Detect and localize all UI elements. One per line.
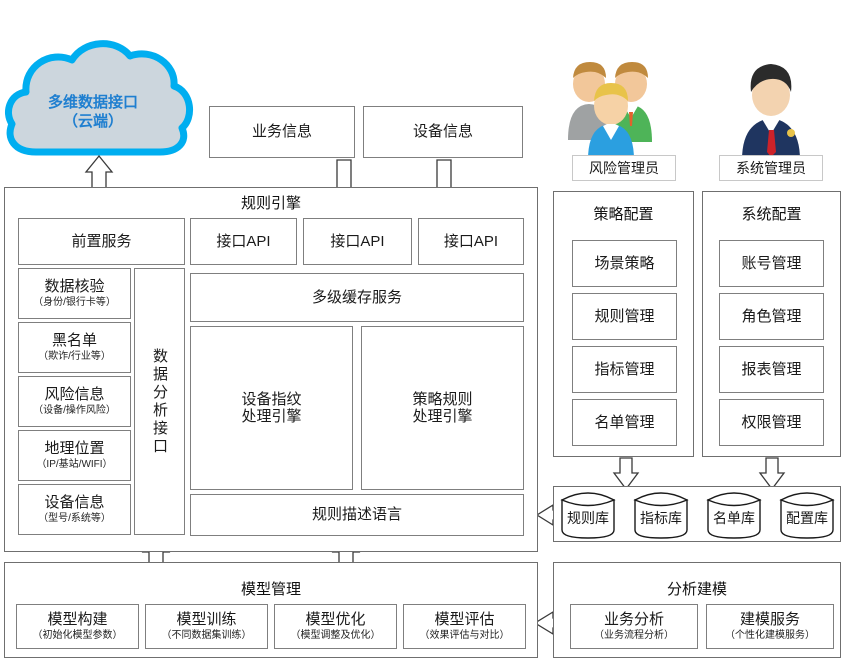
system-config-title: 系统配置	[741, 206, 802, 223]
data-source-sub-0: （身份/银行卡等）	[33, 297, 116, 309]
model-management-item-title-3: 模型评估	[434, 611, 495, 629]
front-service-box[interactable]: 前置服务	[18, 218, 185, 265]
front-service-label: 前置服务	[71, 232, 132, 250]
business-person-icon	[742, 64, 800, 160]
model-management-item-title-0: 模型构建	[47, 611, 108, 629]
system-config-item-label-2: 报表管理	[741, 360, 802, 378]
actor-label-system-admin-text: 系统管理员	[736, 160, 806, 176]
data-source-box-0[interactable]: 数据核验 （身份/银行卡等）	[18, 268, 131, 319]
database-label-1[interactable]: 指标库	[635, 508, 687, 528]
api-box-1[interactable]: 接口API	[303, 218, 412, 265]
data-source-box-3[interactable]: 地理位置 （IP/基站/WIFI）	[18, 430, 131, 481]
cloud-label-line2: （云端）	[62, 112, 123, 130]
policy-config-item-label-0: 场景策略	[594, 254, 655, 272]
top-input-device-info[interactable]: 设备信息	[363, 106, 523, 158]
model-management-item-3[interactable]: 模型评估 （效果评估与对比）	[403, 604, 526, 649]
model-management-item-1[interactable]: 模型训练 （不同数据集训练）	[145, 604, 268, 649]
policy-config-item-label-1: 规则管理	[594, 307, 655, 325]
device-fingerprint-engine-line1: 设备指纹	[241, 390, 302, 408]
data-source-title-2: 风险信息	[44, 386, 105, 404]
policy-config-item-1[interactable]: 规则管理	[572, 293, 677, 340]
arrow-down-policy-config-db	[612, 457, 640, 491]
cache-service-box[interactable]: 多级缓存服务	[190, 273, 524, 322]
system-config-item-3[interactable]: 权限管理	[719, 399, 824, 446]
analysis-modeling-item-sub-0: （业务流程分析）	[594, 630, 674, 642]
analysis-modeling-item-1[interactable]: 建模服务 （个性化建模服务）	[706, 604, 834, 649]
data-source-title-3: 地理位置	[44, 440, 105, 458]
model-management-item-sub-3: （效果评估与对比）	[419, 630, 510, 642]
policy-config-item-label-2: 指标管理	[594, 360, 655, 378]
users-group-icon	[568, 62, 652, 160]
actor-label-risk-admin: 风险管理员	[572, 155, 676, 181]
analysis-modeling-item-0[interactable]: 业务分析 （业务流程分析）	[570, 604, 698, 649]
arrow-down-system-config-db	[758, 457, 786, 491]
policy-config-item-2[interactable]: 指标管理	[572, 346, 677, 393]
cloud-label: 多维数据接口 （云端）	[8, 94, 178, 132]
data-source-box-2[interactable]: 风险信息 （设备/操作风险）	[18, 376, 131, 427]
policy-rule-engine-line1: 策略规则	[412, 390, 473, 408]
analysis-modeling-item-sub-1: （个性化建模服务）	[725, 630, 815, 642]
top-input-business-info-label: 业务信息	[251, 123, 312, 141]
rule-description-language-label: 规则描述语言	[311, 506, 402, 524]
data-source-sub-1: （欺诈/行业等）	[38, 351, 111, 363]
model-management-item-sub-0: （初始化模型参数）	[32, 630, 123, 642]
policy-config-item-3[interactable]: 名单管理	[572, 399, 677, 446]
device-fingerprint-engine-box[interactable]: 设备指纹 处理引擎	[190, 326, 353, 490]
top-input-business-info[interactable]: 业务信息	[209, 106, 355, 158]
database-label-text-2: 名单库	[713, 510, 755, 526]
data-analysis-interface-label: 数据分析接口	[151, 347, 168, 456]
api-label-2: 接口API	[443, 232, 499, 250]
api-label-0: 接口API	[216, 232, 271, 250]
api-box-2[interactable]: 接口API	[418, 218, 524, 265]
actor-label-risk-admin-text: 风险管理员	[589, 160, 659, 176]
model-management-item-title-2: 模型优化	[305, 611, 366, 629]
data-analysis-interface-box[interactable]: 数据分析接口	[134, 268, 185, 535]
system-config-item-0[interactable]: 账号管理	[719, 240, 824, 287]
api-label-1: 接口API	[330, 232, 385, 250]
analysis-modeling-item-title-1: 建模服务	[739, 611, 800, 629]
top-input-device-info-label: 设备信息	[412, 123, 473, 141]
system-config-item-label-3: 权限管理	[741, 413, 802, 431]
data-source-title-4: 设备信息	[44, 494, 105, 512]
data-source-sub-2: （设备/操作风险）	[33, 405, 116, 417]
policy-config-item-0[interactable]: 场景策略	[572, 240, 677, 287]
analysis-modeling-title: 分析建模	[666, 581, 727, 598]
model-management-item-title-1: 模型训练	[176, 611, 237, 629]
policy-rule-engine-box[interactable]: 策略规则 处理引擎	[361, 326, 524, 490]
system-config-item-label-1: 角色管理	[741, 307, 802, 325]
data-source-title-0: 数据核验	[44, 278, 105, 296]
model-management-item-sub-2: （模型调整及优化）	[290, 630, 381, 642]
data-source-box-4[interactable]: 设备信息 （型号/系统等）	[18, 484, 131, 535]
device-fingerprint-engine-line2: 处理引擎	[241, 408, 302, 425]
analysis-modeling-item-title-0: 业务分析	[603, 611, 664, 629]
api-box-0[interactable]: 接口API	[190, 218, 297, 265]
database-label-2[interactable]: 名单库	[708, 508, 760, 528]
database-label-text-3: 配置库	[786, 510, 828, 526]
model-management-item-2[interactable]: 模型优化 （模型调整及优化）	[274, 604, 397, 649]
data-source-sub-4: （型号/系统等）	[38, 513, 111, 525]
data-source-title-1: 黑名单	[51, 332, 97, 350]
database-label-text-0: 规则库	[567, 510, 609, 526]
model-management-item-sub-1: （不同数据集训练）	[161, 630, 252, 642]
policy-rule-engine-line2: 处理引擎	[412, 408, 473, 425]
system-config-item-1[interactable]: 角色管理	[719, 293, 824, 340]
system-config-item-2[interactable]: 报表管理	[719, 346, 824, 393]
policy-config-item-label-3: 名单管理	[594, 413, 655, 431]
database-label-text-1: 指标库	[640, 510, 682, 526]
model-management-title: 模型管理	[240, 581, 301, 598]
rule-engine-title: 规则引擎	[240, 195, 301, 212]
database-label-3[interactable]: 配置库	[781, 508, 833, 528]
model-management-item-0[interactable]: 模型构建 （初始化模型参数）	[16, 604, 139, 649]
system-config-item-label-0: 账号管理	[741, 254, 802, 272]
rule-description-language-box[interactable]: 规则描述语言	[190, 494, 524, 536]
cloud-label-line1: 多维数据接口	[47, 94, 138, 111]
policy-config-title: 策略配置	[593, 206, 654, 223]
data-source-box-1[interactable]: 黑名单 （欺诈/行业等）	[18, 322, 131, 373]
cache-service-label: 多级缓存服务	[311, 288, 402, 306]
actor-label-system-admin: 系统管理员	[719, 155, 823, 181]
database-label-0[interactable]: 规则库	[562, 508, 614, 528]
data-source-sub-3: （IP/基站/WIFI）	[36, 459, 113, 471]
